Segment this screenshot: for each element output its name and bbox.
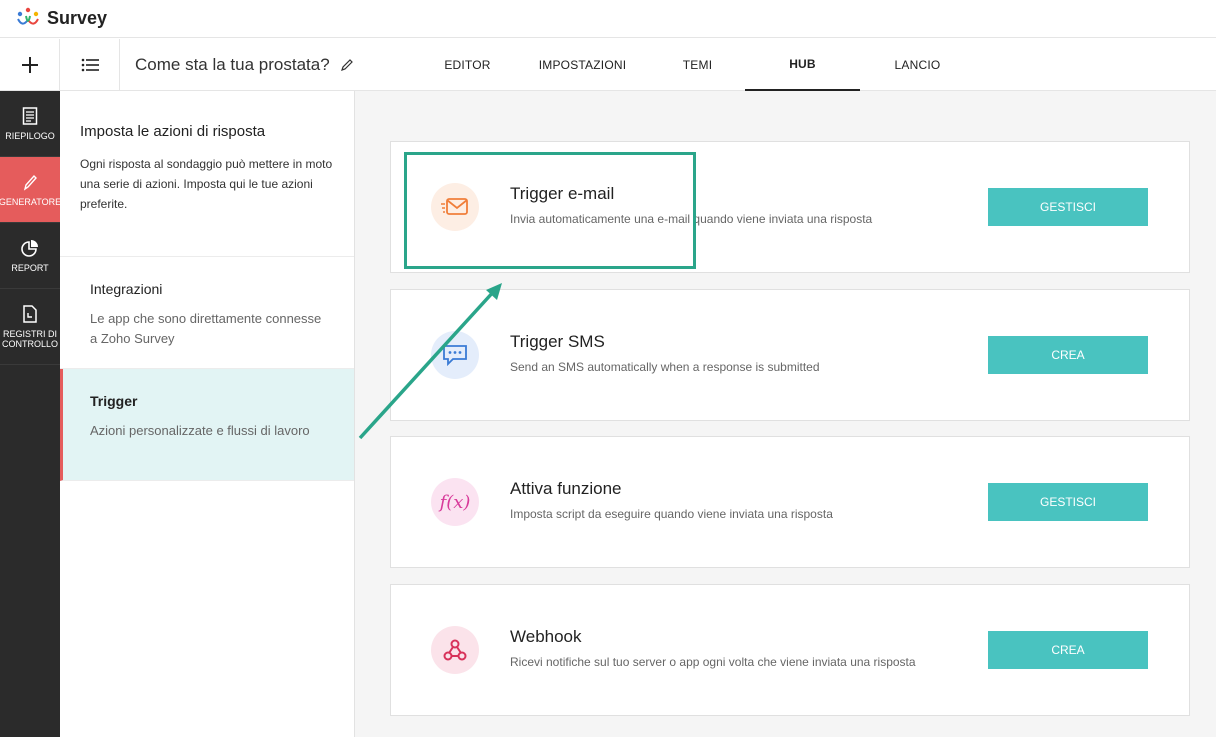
card-trigger-email: Trigger e-mail Invia automaticamente una…	[390, 141, 1190, 273]
tab-editor[interactable]: EDITOR	[420, 39, 515, 91]
top-bar: Survey	[0, 0, 1216, 38]
actions-panel: Imposta le azioni di risposta Ogni rispo…	[60, 91, 355, 737]
card-description: Ricevi notifiche sul tuo server o app og…	[510, 655, 916, 669]
panel-item-integrazioni[interactable]: Integrazioni Le app che sono direttament…	[60, 257, 354, 369]
panel-item-description: Azioni personalizzate e flussi di lavoro	[90, 423, 310, 438]
nav-item-registri[interactable]: REGISTRI DI CONTROLLO	[0, 289, 60, 365]
edit-pencil-icon[interactable]	[340, 58, 354, 72]
card-title: Attiva funzione	[510, 479, 622, 498]
panel-description: Ogni risposta al sondaggio può mettere i…	[80, 157, 333, 211]
panel-item-description: Le app che sono direttamente connesse a …	[90, 311, 322, 346]
survey-logo-icon	[14, 6, 42, 32]
nav-item-report[interactable]: REPORT	[0, 223, 60, 289]
tab-temi[interactable]: TEMI	[650, 39, 745, 91]
nav-label: REPORT	[11, 262, 49, 273]
card-title: Trigger e-mail	[510, 184, 615, 203]
crea-button[interactable]: CREA	[988, 631, 1148, 669]
card-description: Send an SMS automatically when a respons…	[510, 360, 820, 374]
document-icon	[22, 106, 38, 125]
panel-item-title: Trigger	[90, 393, 138, 409]
plus-icon	[21, 56, 38, 73]
card-title: Trigger SMS	[510, 332, 605, 351]
nav-label: RIEPILOGO	[5, 130, 55, 141]
tab-bar: EDITOR IMPOSTAZIONI TEMI HUB LANCIO	[420, 39, 975, 91]
function-icon-text: f(x)	[439, 491, 471, 513]
log-file-icon	[23, 304, 37, 323]
tab-hub[interactable]: HUB	[745, 39, 860, 91]
gestisci-button[interactable]: GESTISCI	[988, 483, 1148, 521]
webhook-icon	[431, 626, 479, 674]
survey-title-text: Come sta la tua prostata?	[135, 54, 330, 74]
pie-chart-icon	[21, 239, 38, 257]
nav-label: GENERATORE	[0, 196, 60, 207]
tab-lancio[interactable]: LANCIO	[860, 39, 975, 91]
content-area: Trigger e-mail Invia automaticamente una…	[355, 91, 1216, 737]
card-title: Webhook	[510, 627, 582, 646]
card-webhook: Webhook Ricevi notifiche sul tuo server …	[390, 584, 1190, 716]
gestisci-button[interactable]: GESTISCI	[988, 188, 1148, 226]
nav-label: REGISTRI DI CONTROLLO	[1, 328, 58, 349]
card-trigger-sms: Trigger SMS Send an SMS automatically wh…	[390, 289, 1190, 421]
panel-item-title: Integrazioni	[90, 281, 163, 297]
panel-header: Imposta le azioni di risposta Ogni rispo…	[60, 91, 354, 257]
envelope-icon	[431, 183, 479, 231]
left-nav: RIEPILOGO GENERATORE REPORT REGISTRI DI …	[0, 91, 60, 737]
crea-button[interactable]: CREA	[988, 336, 1148, 374]
nav-item-riepilogo[interactable]: RIEPILOGO	[0, 91, 60, 157]
tab-impostazioni[interactable]: IMPOSTAZIONI	[515, 39, 650, 91]
pencil-icon	[23, 174, 37, 191]
sms-bubble-icon	[431, 331, 479, 379]
card-attiva-funzione: f(x) Attiva funzione Imposta script da e…	[390, 436, 1190, 568]
function-icon: f(x)	[431, 478, 479, 526]
card-description: Imposta script da eseguire quando viene …	[510, 507, 833, 521]
survey-title[interactable]: Come sta la tua prostata?	[120, 39, 420, 90]
panel-item-trigger[interactable]: Trigger Azioni personalizzate e flussi d…	[60, 369, 354, 481]
panel-title: Imposta le azioni di risposta	[80, 123, 266, 140]
add-button[interactable]	[0, 39, 60, 90]
survey-toolbar: Come sta la tua prostata? EDITOR IMPOSTA…	[0, 39, 1216, 91]
list-icon	[81, 58, 99, 71]
app-name: Survey	[47, 8, 108, 28]
menu-button[interactable]	[60, 39, 120, 90]
card-description: Invia automaticamente una e-mail quando …	[510, 212, 873, 226]
nav-item-generatore[interactable]: GENERATORE	[0, 157, 60, 223]
